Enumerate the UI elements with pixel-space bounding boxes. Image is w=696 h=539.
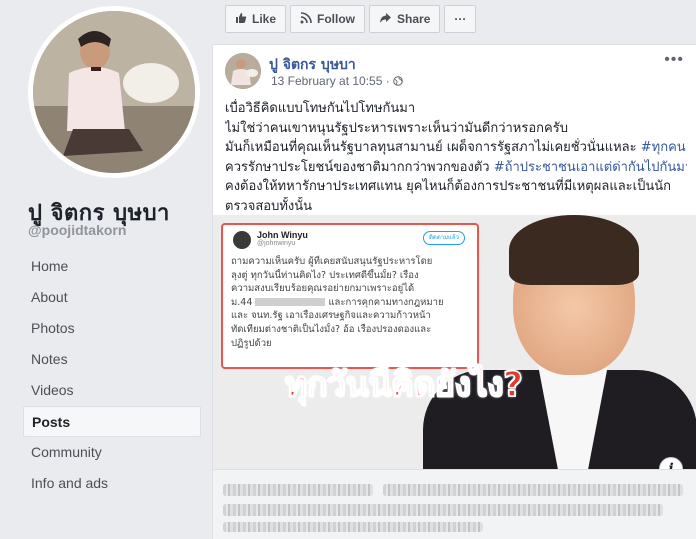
tweet-line: ปฏิรูปด้วย — [231, 337, 272, 349]
nav-item-info-and-ads[interactable]: Info and ads — [23, 468, 201, 499]
tweet-avatar — [233, 231, 251, 249]
share-button[interactable]: Share — [369, 5, 441, 33]
post-body: เบื่อวิธีคิดแบบโทษกันไปโทษกันมา ไม่ใช่ว่… — [225, 99, 687, 216]
post-line: เบื่อวิธีคิดแบบโทษกันไปโทษกันมา — [225, 101, 416, 116]
blurred-text — [223, 504, 663, 516]
image-headline: ทุกวันนี้คิดยังไง? — [284, 364, 523, 406]
post-line: ตรวจสอบทั้งนั้น — [225, 198, 313, 214]
nav-item-videos[interactable]: Videos — [23, 375, 201, 406]
follow-button[interactable]: Follow — [290, 5, 366, 33]
post-line: ควรรักษาประโยชน์ของชาติมากกว่าพวกของตัว … — [225, 158, 687, 178]
tweet-line-text: ม.44 — [231, 296, 253, 308]
post-options-button[interactable]: ••• — [664, 51, 684, 69]
image-person-hair — [509, 215, 639, 285]
page-nav: Home About Photos Notes Videos Posts Com… — [23, 251, 201, 499]
nav-item-posts[interactable]: Posts — [23, 406, 201, 437]
tweet-line-text: และการคุกคามทางกฎหมาย — [328, 296, 444, 308]
post-line-text: ควรรักษาประโยชน์ของชาติมากกว่าพวกของตัว — [225, 159, 494, 175]
more-dots-icon: ··· — [454, 12, 467, 26]
follow-label: Follow — [317, 12, 356, 26]
post-timestamp[interactable]: 13 February at 10:55 · — [271, 74, 403, 88]
profile-handle[interactable]: @poojidtakorn — [28, 222, 126, 238]
like-label: Like — [252, 12, 277, 26]
profile-photo — [33, 11, 195, 173]
post-image[interactable]: John Winyu @johnwinyu ติดตามแล้ว ถามความ… — [213, 215, 696, 469]
redacted-text-block — [255, 298, 326, 307]
post-author-name[interactable]: ปู จิตกร บุษบา — [269, 54, 356, 76]
tweet-line: ถามความเห็นครับ ผู้ที่เคยสนับสนุนรัฐประห… — [231, 256, 433, 267]
post-line: ไม่ใช่ว่าคนเขาหนุนรัฐประหารเพราะเห็นว่าม… — [225, 120, 568, 136]
tweet-line: ม.44 และการคุกคามทางกฎหมาย — [231, 296, 471, 310]
post-line: คงต้องให้ทหารักษาประเทศแทน ยุคไหนก็ต้องก… — [225, 179, 671, 194]
profile-photo-art — [33, 11, 195, 173]
hashtag-link[interactable]: #ทุกคน — [641, 140, 686, 155]
nav-item-community[interactable]: Community — [23, 437, 201, 468]
share-arrow-icon — [379, 12, 392, 27]
blurred-text — [223, 484, 373, 496]
post-card: ปู จิตกร บุษบา 13 February at 10:55 · ••… — [212, 44, 696, 539]
left-column: ปู จิตกร บุษบา @poojidtakorn Home About … — [0, 0, 213, 539]
blurred-text — [223, 522, 483, 532]
page-action-bar: Like Follow Share ··· — [225, 5, 477, 33]
blurred-text — [383, 484, 683, 496]
blurred-link-preview[interactable] — [213, 469, 696, 539]
embedded-tweet: John Winyu @johnwinyu ติดตามแล้ว ถามความ… — [221, 223, 479, 369]
post-line-text: มันก็เหมือนที่คุณเห็นรัฐบาลทุนสามานย์ เผ… — [225, 140, 641, 155]
tweet-author-name: John Winyu — [257, 230, 308, 240]
tweet-line: ทัดเทียมต่างชาติเป็นไงมั้ง? อ้อ เรื่องปร… — [231, 323, 432, 335]
rss-follow-icon — [300, 11, 312, 27]
thumbs-up-icon — [235, 12, 247, 27]
like-button[interactable]: Like — [225, 5, 287, 33]
globe-icon — [393, 74, 403, 88]
hashtag-link[interactable]: #ถ้าประชาชนเอาแต่ด่ากันไปกันมา — [494, 160, 687, 175]
profile-picture[interactable] — [28, 6, 200, 178]
nav-item-notes[interactable]: Notes — [23, 344, 201, 375]
tweet-line: และ จนท.รัฐ เอาเรื่องเศรษฐกิจและความก้าว… — [231, 310, 431, 322]
tweet-line: ความสงบเรียบร้อยคุณรอย่ายกมาเพราะอยู่ได้ — [231, 283, 415, 295]
tweet-text: ถามความเห็นครับ ผู้ที่เคยสนับสนุนรัฐประห… — [231, 255, 471, 350]
tweet-line: ลุงตู่ ทุกวันนี้ท่านคิดไง? ประเทศดีขึ้นม… — [231, 269, 419, 281]
tweet-author-handle: @johnwinyu — [257, 240, 296, 247]
post-line: มันก็เหมือนที่คุณเห็นรัฐบาลทุนสามานย์ เผ… — [225, 138, 687, 158]
share-label: Share — [397, 12, 431, 26]
post-header: ปู จิตกร บุษบา 13 February at 10:55 · ••… — [225, 51, 686, 91]
nav-item-about[interactable]: About — [23, 282, 201, 313]
more-options-button[interactable]: ··· — [444, 5, 477, 33]
post-author-avatar[interactable] — [225, 53, 261, 89]
tweet-follow-badge: ติดตามแล้ว — [423, 231, 465, 245]
avatar-art — [225, 53, 261, 89]
post-timestamp-text[interactable]: 13 February at 10:55 · — [271, 74, 393, 88]
nav-item-photos[interactable]: Photos — [23, 313, 201, 344]
nav-item-home[interactable]: Home — [23, 251, 201, 282]
